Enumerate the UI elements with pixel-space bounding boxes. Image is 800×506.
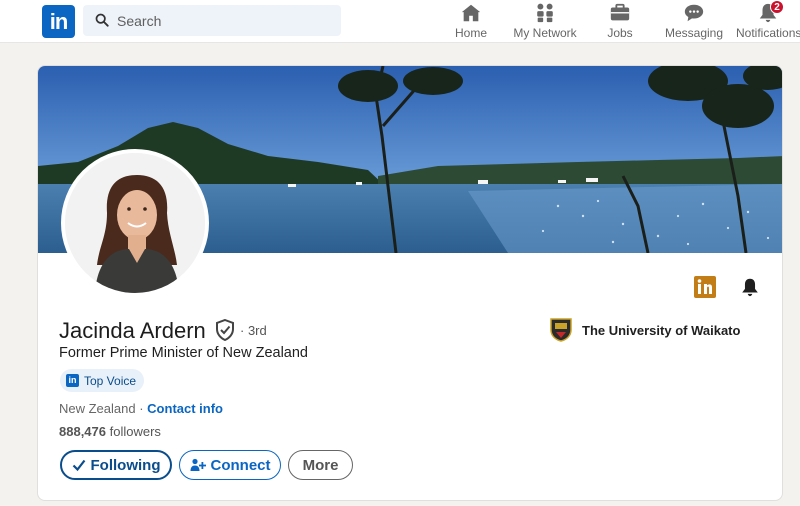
connect-button[interactable]: Connect — [179, 450, 281, 480]
profile-photo — [65, 153, 205, 293]
top-voice-badge[interactable]: in Top Voice — [60, 369, 145, 392]
home-icon — [461, 4, 481, 22]
profile-name: Jacinda Ardern — [59, 318, 206, 343]
connect-label: Connect — [210, 456, 271, 474]
nav-jobs[interactable]: Jobs — [601, 2, 639, 40]
followers-count: 888,476 — [59, 424, 106, 439]
profile-card: Jacinda Ardern · 3rd Former Prime Minist… — [37, 65, 783, 501]
people-icon — [537, 3, 553, 23]
linkedin-logo[interactable]: in — [42, 5, 75, 38]
university-name: The University of Waikato — [582, 322, 741, 338]
location-separator: · — [135, 401, 148, 416]
checkmark-icon — [72, 459, 85, 472]
linkedin-icon[interactable] — [694, 276, 716, 298]
nav-home-label: Home — [454, 26, 487, 40]
briefcase-icon — [610, 3, 630, 21]
linkedin-badge-icon: in — [66, 374, 79, 387]
nav-messaging-label: Messaging — [664, 26, 724, 40]
more-button[interactable]: More — [288, 450, 353, 480]
top-voice-label: Top Voice — [84, 373, 137, 388]
top-nav-bar: in Home My Network Jobs — [0, 0, 800, 43]
notification-badge: 2 — [770, 0, 784, 14]
location-text: New Zealand — [59, 401, 136, 416]
profile-headline: Former Prime Minister of New Zealand — [59, 345, 308, 361]
search-icon — [95, 13, 109, 27]
bell-icon-wrap: 2 — [757, 0, 784, 24]
location-line: New Zealand · Contact info — [59, 401, 223, 416]
verified-shield-icon[interactable] — [215, 319, 235, 341]
nav-my-network[interactable]: My Network — [512, 2, 578, 40]
bell-icon[interactable] — [739, 276, 761, 298]
profile-avatar[interactable] — [61, 149, 209, 297]
nav-my-network-label: My Network — [513, 26, 577, 40]
chat-icon — [684, 4, 704, 22]
more-label: More — [302, 456, 339, 474]
nav-jobs-label: Jobs — [607, 26, 633, 40]
nav-home[interactable]: Home — [452, 2, 490, 40]
add-person-icon — [190, 458, 206, 471]
university-crest-icon — [550, 318, 572, 342]
connection-degree: · 3rd — [240, 323, 267, 338]
contact-info-link[interactable]: Contact info — [147, 401, 223, 416]
nav-notifications-label: Notifications — [736, 26, 800, 40]
search-input[interactable] — [117, 5, 327, 36]
followers-line[interactable]: 888,476 followers — [59, 424, 161, 439]
following-label: Following — [90, 456, 161, 474]
following-button[interactable]: Following — [60, 450, 172, 480]
followers-label: followers — [106, 424, 161, 439]
education-link[interactable]: The University of Waikato — [550, 318, 740, 342]
nav-messaging[interactable]: Messaging — [664, 2, 724, 40]
nav-notifications[interactable]: 2 Notifications — [736, 0, 800, 40]
search-bar[interactable] — [83, 5, 341, 36]
